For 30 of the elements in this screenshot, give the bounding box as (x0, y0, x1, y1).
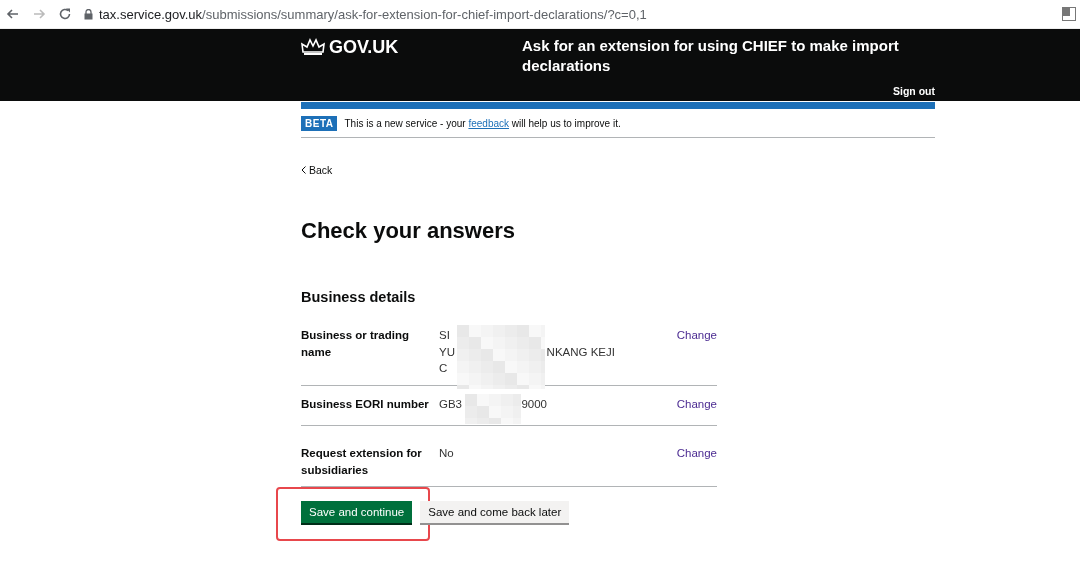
sign-out-link[interactable]: Sign out (893, 85, 935, 97)
phase-banner-text: This is a new service - your feedback will help us to improve it. (344, 118, 621, 129)
summary-value: No (439, 446, 454, 461)
reload-icon[interactable] (58, 7, 72, 21)
change-link[interactable]: Change (676, 329, 717, 341)
address-bar[interactable]: tax.service.gov.uk/submissions/summary/ask-for-extension-for-chief-import-declarations/?c=0,1 (84, 6, 647, 22)
lock-icon (84, 8, 93, 20)
change-link[interactable]: Change (676, 447, 717, 459)
summary-value: GB3 (439, 396, 462, 412)
summary-value: 9000 (521, 396, 547, 412)
chevron-left-icon (301, 166, 306, 174)
summary-key: Request extension for subsidiaries (301, 445, 439, 478)
save-continue-button[interactable]: Save and continue (301, 501, 413, 523)
phase-tag: BETA (301, 116, 338, 131)
summary-value: C (439, 361, 448, 376)
page-heading: Check your answers (301, 218, 516, 244)
change-link[interactable]: Change (676, 397, 717, 410)
summary-key: Business EORI number (301, 395, 439, 412)
summary-key: Business or trading name (301, 327, 439, 377)
save-later-button[interactable]: Save and come back later (420, 501, 570, 523)
govuk-logo[interactable]: GOV.UK (329, 36, 399, 58)
back-arrow-icon[interactable] (6, 7, 20, 21)
summary-value: YU (439, 344, 455, 360)
section-heading: Business details (301, 289, 417, 305)
summary-value: SI (439, 328, 450, 343)
feedback-link[interactable]: feedback (468, 118, 509, 129)
crown-icon (301, 38, 325, 56)
back-link[interactable]: Back (309, 164, 333, 176)
summary-value: NKANG KEJI (546, 344, 615, 360)
service-name[interactable]: Ask for an extension for using CHIEF to make import declarations (522, 36, 902, 76)
